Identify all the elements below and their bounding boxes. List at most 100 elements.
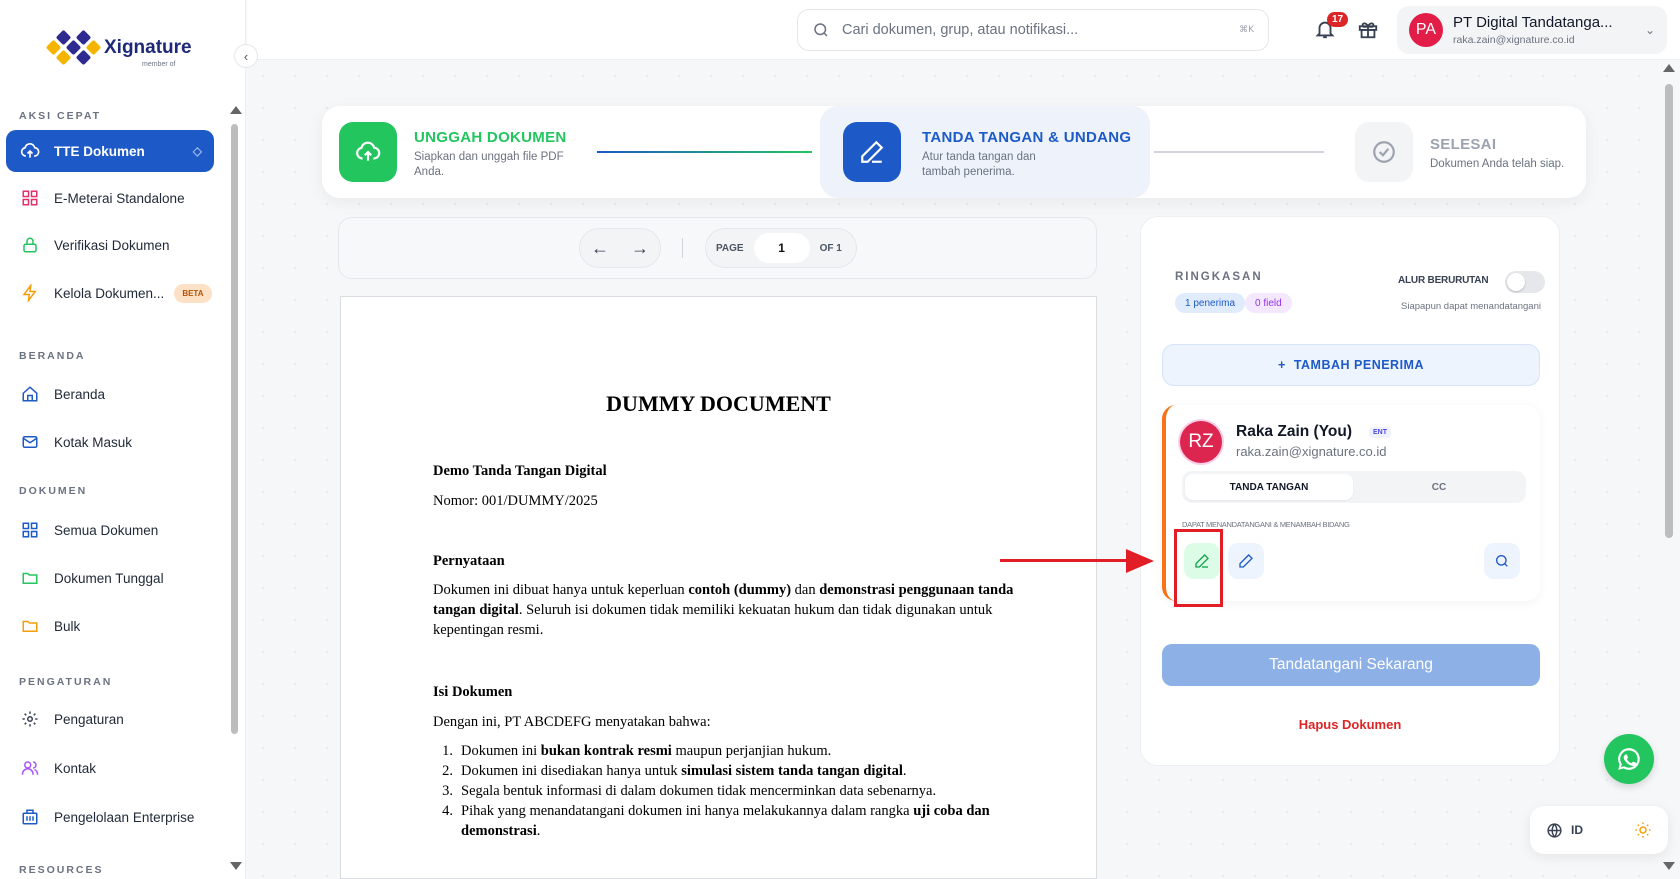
tab-tanda-tangan[interactable]: TANDA TANGAN [1185,474,1353,500]
page-label: PAGE [716,242,744,254]
sidebar-item-label: Beranda [54,386,106,402]
whatsapp-icon [1618,748,1640,770]
sidebar-item-kontak[interactable]: Kontak [6,747,214,789]
sidebar-item-semua-dokumen[interactable]: Semua Dokumen [6,509,214,551]
doc-number: Nomor: 001/DUMMY/2025 [433,493,598,509]
check-step-icon [1355,122,1413,182]
summary-card: RINGKASAN 1 penerima 0 field ALUR BERURU… [1163,261,1545,325]
add-recipient-label: TAMBAH PENERIMA [1293,358,1424,372]
page-scrollbar-thumb[interactable] [1665,84,1673,538]
page-scroll-up[interactable] [1663,64,1675,72]
list-item: 1. Dokumen ini bukan kontrak resmi maupun… [442,743,832,759]
sign-now-button[interactable]: Tandatangani Sekarang [1162,644,1540,686]
sidebar-item-kotak-masuk[interactable]: Kotak Masuk [6,421,214,463]
sequential-toggle[interactable] [1505,271,1545,293]
whatsapp-button[interactable] [1604,734,1654,784]
tab-cc[interactable]: CC [1355,474,1523,500]
page-scroll-down[interactable] [1663,862,1675,870]
gear-icon [20,709,40,729]
globe-icon [1547,822,1562,838]
step-upload-desc: Siapkan dan unggah file PDF Anda. [414,151,564,178]
sidebar-item-label: Semua Dokumen [54,522,159,538]
collapse-sidebar-button[interactable]: ‹ [234,44,258,68]
sidebar-item-label: Pengaturan [54,711,124,727]
grid-icon [20,188,40,208]
account-switcher[interactable]: PA PT Digital Tandatanga... raka.zain@xi… [1397,6,1667,54]
cloud-upload-icon [20,141,40,161]
step-connector [1154,151,1324,153]
sidebar-item-label: Pengelolaan Enterprise [54,809,195,825]
notification-count-badge: 17 [1327,12,1349,27]
step-connector [597,151,812,153]
step-done-desc: Dokumen Anda telah siap. [1430,158,1565,170]
search-input[interactable]: Cari dokumen, grup, atau notifikasi... ⌘… [797,9,1269,51]
doc-title: DUMMY DOCUMENT [606,391,831,416]
doc-heading-content: Isi Dokumen [433,684,513,700]
sun-icon[interactable] [1634,821,1652,839]
sidebar-item-label: Kotak Masuk [54,434,133,450]
search-icon [814,23,828,37]
arrow-right-icon[interactable]: → [631,238,649,259]
list-item: 4. Pihak yang menandatangani dokumen ini … [442,803,990,839]
language-selector[interactable]: ID [1571,823,1583,837]
topbar: Cari dokumen, grup, atau notifikasi... ⌘… [247,0,1680,60]
summary-label: RINGKASAN [1175,271,1263,283]
sidebar-item-verifikasi[interactable]: Verifikasi Dokumen [6,224,214,266]
search-icon [1496,555,1508,567]
building-icon [20,807,40,827]
add-recipient-button[interactable]: + TAMBAH PENERIMA [1162,344,1540,386]
list-item: 2. Dokumen ini disediakan hanya untuk sim… [442,763,907,779]
delete-document-link[interactable]: Hapus Dokumen [1141,717,1559,732]
folder-icon [20,568,40,588]
lightning-icon [20,283,40,303]
pencil-icon [1239,554,1253,568]
sidebar-item-beranda[interactable]: Beranda [6,373,214,415]
sidebar-item-pengaturan[interactable]: Pengaturan [6,698,214,740]
sidebar-item-kelola-dokumen[interactable]: Kelola Dokumen... BETA [6,272,214,314]
account-email: raka.zain@xignature.co.id [1453,34,1575,46]
recipients-chip: 1 penerima [1175,293,1246,313]
sidebar-item-bulk[interactable]: Bulk [6,605,214,647]
sidebar: Xignature member of AKSI CEPAT TTE Dokum… [0,0,246,879]
step-sign-desc: Atur tanda tangan dan tambah penerima. [922,151,1036,178]
upload-step-icon [339,122,397,182]
document-page[interactable]: DUMMY DOCUMENT Demo Tanda Tangan Digital… [340,296,1097,879]
search-field-button[interactable] [1484,543,1520,579]
gift-icon [1358,22,1378,39]
logo[interactable]: Xignature member of [45,28,192,68]
section-resources: RESOURCES [19,864,104,876]
list-item: 3. Segala bentuk informasi di dalam dokum… [442,783,937,799]
step-upload-title: UNGGAH DOKUMEN [414,129,567,146]
step-done-title: SELESAI [1430,136,1497,153]
section-dokumen: DOKUMEN [19,485,88,497]
beta-badge: BETA [174,283,212,303]
account-name: PT Digital Tandatanga... [1453,14,1613,31]
doc-subtitle: Demo Tanda Tangan Digital [433,463,607,479]
sidebar-scrollbar[interactable] [231,108,239,872]
signing-panel: RINGKASAN 1 penerima 0 field ALUR BERURU… [1140,216,1560,766]
chevron-down-icon: ⌄ [1644,23,1655,37]
logo-mark-icon [45,28,102,68]
page-total: OF 1 [819,242,842,254]
add-initial-button[interactable] [1228,543,1264,579]
sequential-label: ALUR BERURUTAN [1398,275,1489,286]
gift-button[interactable] [1357,18,1379,45]
logo-text: Xignature [104,37,192,58]
sequential-desc: Siapapun dapat menandatangani [1401,301,1541,312]
code-icon: ◇ [192,144,202,158]
sidebar-item-label: Bulk [54,618,81,634]
step-sign-title: TANDA TANGAN & UNDANG [922,129,1132,146]
sidebar-item-emeterai[interactable]: E-Meterai Standalone [6,177,214,219]
recipient-name: Raka Zain (You) [1236,423,1352,440]
sidebar-item-tte-dokumen[interactable]: TTE Dokumen ◇ [6,130,214,172]
sidebar-item-enterprise[interactable]: Pengelolaan Enterprise [6,796,214,838]
sidebar-scroll-down[interactable] [230,862,242,870]
divider [682,238,683,258]
sidebar-item-dokumen-tunggal[interactable]: Dokumen Tunggal [6,557,214,599]
page-number-input[interactable]: 1 [753,233,810,263]
arrow-left-icon[interactable]: ← [591,238,609,259]
role-description: DAPAT MENANDATANGANI & MENAMBAH BIDANG [1182,520,1350,529]
annotation-arrow [1000,559,1130,562]
section-beranda: BERANDA [19,350,86,362]
search-shortcut: ⌘K [1239,25,1254,35]
